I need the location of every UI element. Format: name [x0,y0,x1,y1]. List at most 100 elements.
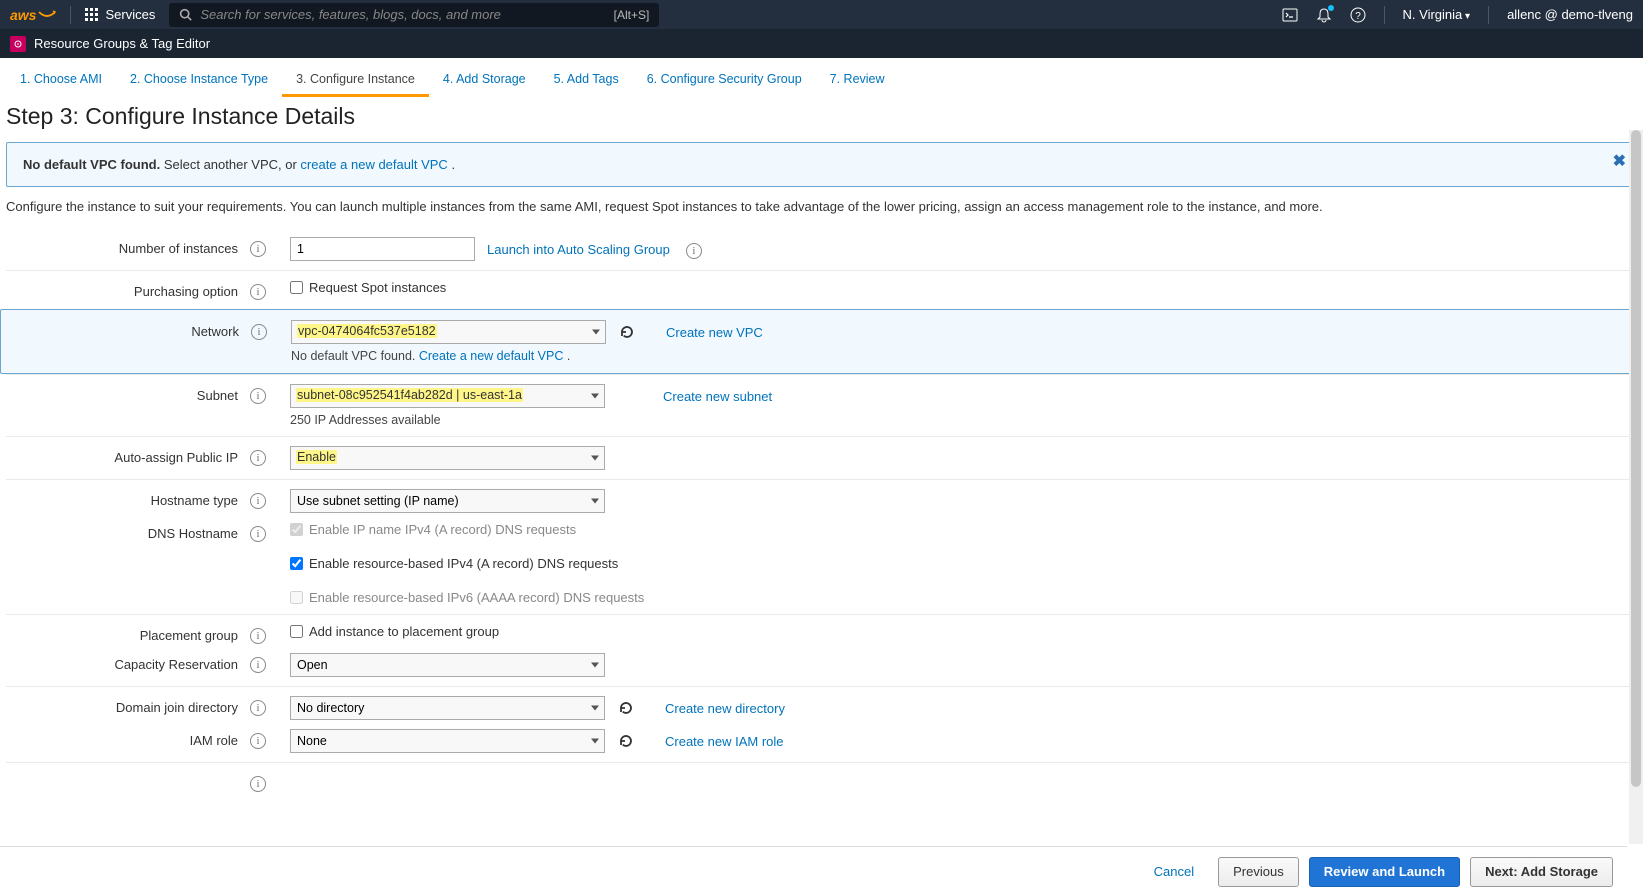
row-number-of-instances: Number of instances i Launch into Auto S… [6,228,1637,270]
notifications-icon[interactable] [1316,7,1332,23]
info-icon[interactable]: i [246,772,270,792]
info-icon[interactable]: i [246,280,270,300]
create-default-vpc-link-2[interactable]: Create a new default VPC [419,349,564,363]
create-default-vpc-link[interactable]: create a new default VPC [300,157,447,172]
row-purchasing-option: Purchasing option i Request Spot instanc… [6,270,1637,309]
svg-text:?: ? [1355,11,1361,22]
row-hostname-type: Hostname type i Use subnet setting (IP n… [6,479,1637,522]
tab-review[interactable]: 7. Review [816,62,899,97]
row-placement-group: Placement group i Add instance to placem… [6,614,1637,653]
subnet-select[interactable]: subnet-08c952541f4ab282d | us-east-1a [290,384,605,408]
services-menu[interactable]: Services [85,7,155,22]
create-iam-role-link[interactable]: Create new IAM role [665,734,784,749]
account-menu[interactable]: allenc @ demo-tlveng [1507,7,1633,22]
scrollbar[interactable] [1629,130,1643,844]
checkbox-label: Enable resource-based IPv6 (AAAA record)… [309,590,644,605]
info-icon[interactable]: i [246,653,270,673]
refresh-icon[interactable] [618,323,636,341]
create-vpc-link[interactable]: Create new VPC [666,325,763,340]
refresh-icon[interactable] [617,699,635,717]
checkbox-label: Request Spot instances [309,280,446,295]
nav-separator [1488,6,1489,24]
info-icon[interactable]: i [246,489,270,509]
dns-ipv4-resource-checkbox[interactable] [290,557,303,570]
tab-configure-instance[interactable]: 3. Configure Instance [282,62,429,97]
tab-security-group[interactable]: 6. Configure Security Group [633,62,816,97]
placement-group-checkbox[interactable] [290,625,303,638]
info-icon[interactable]: i [246,624,270,644]
review-and-launch-button[interactable]: Review and Launch [1309,857,1460,887]
info-icon[interactable]: i [682,239,706,259]
configure-form: Number of instances i Launch into Auto S… [6,228,1637,782]
create-directory-link[interactable]: Create new directory [665,701,785,716]
field-label: Capacity Reservation [6,653,246,672]
info-icon[interactable]: i [246,446,270,466]
services-grid-icon [85,8,99,22]
global-nav: aws Services Search for services, featur… [0,0,1643,29]
global-search[interactable]: Search for services, features, blogs, do… [169,3,659,27]
subnet-subtext: 250 IP Addresses available [290,413,1637,427]
hostname-type-select[interactable]: Use subnet setting (IP name) [290,489,605,513]
field-label: Purchasing option [6,280,246,299]
info-icon[interactable]: i [246,729,270,749]
scrollbar-thumb[interactable] [1631,130,1641,787]
domain-join-select[interactable]: No directory [290,696,605,720]
num-instances-input[interactable] [290,237,475,261]
network-subtext: No default VPC found. [291,349,419,363]
notification-dot-icon [1328,5,1334,11]
nav-separator [1384,6,1385,24]
close-icon[interactable]: ✖ [1613,151,1626,171]
search-shortcut: [Alt+S] [614,8,650,22]
services-label: Services [105,7,155,22]
row-more: i [6,762,1637,782]
nav-separator [70,6,71,24]
field-label: Hostname type [6,489,246,508]
tab-choose-instance[interactable]: 2. Choose Instance Type [116,62,282,97]
refresh-icon[interactable] [617,732,635,750]
field-label: IAM role [6,729,246,748]
info-icon[interactable]: i [247,320,271,340]
field-label: Domain join directory [6,696,246,715]
cloudshell-icon[interactable] [1282,7,1298,23]
wizard-footer: Cancel Previous Review and Launch Next: … [0,846,1627,896]
checkbox-label: Add instance to placement group [309,624,499,639]
aws-logo[interactable]: aws [10,7,56,23]
launch-asg-link[interactable]: Launch into Auto Scaling Group [487,242,670,257]
capacity-reservation-select[interactable]: Open [290,653,605,677]
no-default-vpc-alert: No default VPC found. Select another VPC… [6,142,1637,187]
tab-choose-ami[interactable]: 1. Choose AMI [6,62,116,97]
info-icon[interactable]: i [246,237,270,257]
region-selector[interactable]: N. Virginia [1403,7,1471,22]
info-icon[interactable]: i [246,384,270,404]
field-label: Placement group [6,624,246,643]
previous-button[interactable]: Previous [1218,857,1299,887]
cancel-button[interactable]: Cancel [1140,857,1208,887]
iam-role-select[interactable]: None [290,729,605,753]
next-button[interactable]: Next: Add Storage [1470,857,1613,887]
row-auto-public-ip: Auto-assign Public IP i EnableEnable [6,436,1637,479]
aws-smile-icon [38,10,56,20]
search-placeholder: Search for services, features, blogs, do… [200,7,501,22]
create-subnet-link[interactable]: Create new subnet [663,389,772,404]
row-subnet: Subnet i subnet-08c952541f4ab282d | us-e… [6,374,1637,436]
checkbox-label: Enable resource-based IPv4 (A record) DN… [309,556,618,571]
tab-add-storage[interactable]: 4. Add Storage [429,62,540,97]
request-spot-checkbox[interactable] [290,281,303,294]
info-icon[interactable]: i [246,696,270,716]
network-select[interactable]: vpc-0474064fc537e5182 [291,320,606,344]
field-label: Subnet [6,384,246,403]
auto-ip-select[interactable]: Enable [290,446,605,470]
info-icon[interactable]: i [246,522,270,542]
tab-add-tags[interactable]: 5. Add Tags [540,62,633,97]
resource-groups-icon [10,36,26,52]
resource-groups-link[interactable]: Resource Groups & Tag Editor [34,36,210,51]
page-body: Step 3: Configure Instance Details No de… [0,97,1643,896]
help-icon[interactable]: ? [1350,7,1366,23]
alert-bold-text: No default VPC found. [23,157,160,172]
wizard-step-tabs: 1. Choose AMI 2. Choose Instance Type 3.… [0,58,1643,97]
nav-right-cluster: ? N. Virginia allenc @ demo-tlveng [1282,6,1633,24]
field-label: Auto-assign Public IP [6,446,246,465]
dns-ipv4-name-checkbox [290,523,303,536]
row-network: Network i vpc-0474064fc537e5182vpc-04740… [0,309,1643,374]
row-domain-join: Domain join directory i No directory Cre… [6,686,1637,729]
